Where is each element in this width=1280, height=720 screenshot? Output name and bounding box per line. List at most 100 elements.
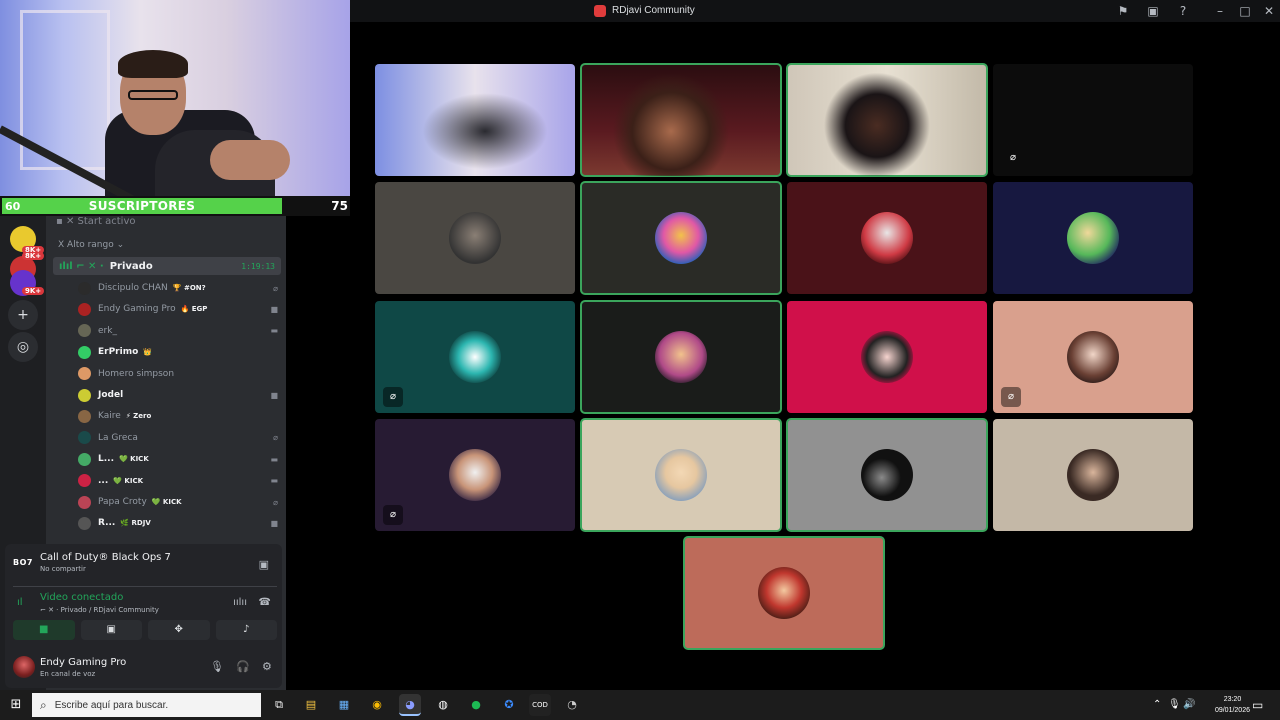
game-title: Call of Duty® Black Ops 7 — [40, 552, 171, 563]
stream-row[interactable]: ▪ ✕ Start activo — [56, 216, 135, 227]
discover-icon[interactable]: ◎ — [8, 332, 38, 362]
server-icon — [594, 5, 606, 17]
avatar-tile[interactable] — [580, 418, 782, 532]
video-icon: ■ — [270, 390, 278, 400]
avatar — [758, 567, 810, 619]
add-server-icon[interactable]: + — [8, 300, 38, 330]
video-tile-participant[interactable] — [786, 63, 988, 177]
member-name: ErPrimo — [98, 347, 139, 358]
app-icon[interactable]: ◔ — [561, 694, 583, 716]
avatar-tile[interactable] — [683, 536, 885, 650]
category-header[interactable]: X Alto rango ⌄ — [58, 240, 124, 250]
chrome-icon[interactable]: ◉ — [366, 694, 388, 716]
avatar — [78, 388, 91, 402]
taskbar-search[interactable]: ⌕ Escribe aquí para buscar. — [32, 693, 261, 717]
voice-member[interactable]: Homero simpson — [78, 365, 282, 383]
call-of-duty-icon[interactable]: COD — [529, 694, 551, 716]
flag-icon[interactable]: ⚑ — [1115, 3, 1131, 19]
camera-button[interactable]: ■ — [13, 620, 75, 640]
task-view-icon[interactable]: ⧉ — [268, 694, 290, 716]
signal-icon[interactable]: ıl — [17, 597, 23, 608]
gear-icon[interactable]: ⚙ — [262, 660, 272, 673]
voice-member[interactable]: ... 💚 KICK ▬ — [78, 472, 282, 490]
avatar-tile[interactable]: ⌀ — [375, 419, 575, 531]
avatar — [78, 345, 91, 359]
avatar-tile[interactable] — [993, 419, 1193, 531]
voice-member[interactable]: Jodel ■ — [78, 386, 282, 404]
game-share-status: No compartir — [40, 565, 86, 573]
voice-member[interactable]: R... 🌿 RDJV ■ — [78, 514, 282, 532]
mute-icon: ⌀ — [273, 497, 278, 507]
avatar[interactable] — [13, 656, 35, 678]
volume-icon[interactable]: 🔊 — [1183, 690, 1195, 720]
avatar — [449, 449, 501, 501]
spotify-icon[interactable]: ● — [465, 694, 487, 716]
username[interactable]: Endy Gaming Pro — [40, 657, 126, 668]
microphone-tray-icon[interactable]: 🎙 — [1168, 690, 1181, 720]
avatar-tile[interactable] — [787, 301, 987, 413]
voice-member[interactable]: L... 💚 KICK ▬ — [78, 450, 282, 468]
file-explorer-icon[interactable]: ▤ — [300, 694, 322, 716]
avatar-tile[interactable] — [787, 182, 987, 294]
member-name: Kaire — [98, 411, 121, 422]
user-area: Endy Gaming Pro En canal de voz 🎙 🎧 ⚙ — [13, 652, 277, 682]
avatar — [1067, 449, 1119, 501]
noise-suppression-icon[interactable]: ıılıı — [233, 597, 247, 608]
avatar — [449, 331, 501, 383]
video-tile-participant[interactable] — [580, 63, 782, 177]
avatar-tile[interactable]: ⌀ — [993, 301, 1193, 413]
voice-member[interactable]: Endy Gaming Pro 🔥 EGP ■ — [78, 300, 282, 318]
avatar-tile[interactable] — [786, 418, 988, 532]
voice-member[interactable]: La Greca ⌀ — [78, 429, 282, 447]
avatar-tile[interactable] — [580, 181, 782, 295]
avatar-tile[interactable]: ⌀ — [375, 301, 575, 413]
avatar — [655, 331, 707, 383]
video-tile-streamer[interactable] — [375, 64, 575, 176]
maximize-icon[interactable]: □ — [1237, 3, 1253, 19]
store-icon[interactable]: ▦ — [333, 694, 355, 716]
voice-member[interactable]: Papa Croty 💚 KICK ⌀ — [78, 493, 282, 511]
video-tile-dark[interactable]: ⌀ — [993, 64, 1193, 176]
battlenet-icon[interactable]: ✪ — [498, 694, 520, 716]
member-name: La Greca — [98, 432, 138, 443]
voice-member[interactable]: Discipulo CHAN 🏆 #ON? ⌀ — [78, 279, 282, 297]
connection-location: ⌐ ✕ · Privado / RDjavi Community — [40, 606, 159, 614]
help-icon[interactable]: ? — [1175, 3, 1191, 19]
inbox-icon[interactable]: ▣ — [1145, 3, 1161, 19]
soundboard-button[interactable]: ♪ — [215, 620, 277, 640]
voice-connection-row: ıl Video conectado ⌐ ✕ · Privado / RDjav… — [13, 586, 277, 616]
member-tag: 🏆 #ON? — [172, 284, 206, 292]
headphones-icon[interactable]: 🎧 — [236, 660, 250, 673]
chevron-up-icon[interactable]: ⌃ — [1153, 690, 1161, 720]
voice-member[interactable]: erk_ ▬ — [78, 322, 282, 340]
goal-current: 60 — [5, 199, 21, 213]
connection-status[interactable]: Video conectado — [40, 592, 123, 603]
avatar-tile[interactable] — [580, 300, 782, 414]
voice-member[interactable]: Kaire ⚡ Zero — [78, 407, 282, 425]
obs-icon[interactable]: ◍ — [432, 694, 454, 716]
streamer-webcam — [0, 0, 350, 196]
avatar — [78, 474, 91, 488]
microphone-icon[interactable]: 🎙 — [210, 660, 224, 673]
close-icon[interactable]: ✕ — [1261, 3, 1277, 19]
activity-row: BO7 Call of Duty® Black Ops 7 No compart… — [13, 550, 277, 580]
voice-channel-privado[interactable]: ılıl ⌐ ✕ · Privado 1:19:13 — [53, 257, 281, 275]
notifications-icon[interactable]: ▭ — [1252, 690, 1263, 720]
activities-button[interactable]: ✥ — [148, 620, 210, 640]
screen-share-icon[interactable]: ▣ — [259, 558, 269, 571]
discord-icon[interactable]: ◕ — [399, 694, 421, 716]
windows-start-icon[interactable]: ⊞ — [0, 690, 32, 720]
live-icon: ▬ — [270, 476, 278, 486]
voice-member[interactable]: ErPrimo 👑 — [78, 343, 282, 361]
member-name: R... — [98, 518, 116, 529]
mention-badge: 8K+ — [22, 252, 45, 260]
disconnect-icon[interactable]: ☎ — [259, 597, 271, 608]
call-timer: 1:19:13 — [241, 261, 275, 271]
avatar-tile[interactable] — [993, 182, 1193, 294]
mute-icon: ⌀ — [383, 387, 403, 407]
minimize-icon[interactable]: – — [1212, 3, 1228, 19]
share-screen-button[interactable]: ▣ — [80, 620, 142, 640]
member-name: Papa Croty — [98, 497, 147, 507]
system-clock[interactable]: 23:20 09/01/2026 — [1215, 694, 1250, 716]
avatar-tile[interactable] — [375, 182, 575, 294]
